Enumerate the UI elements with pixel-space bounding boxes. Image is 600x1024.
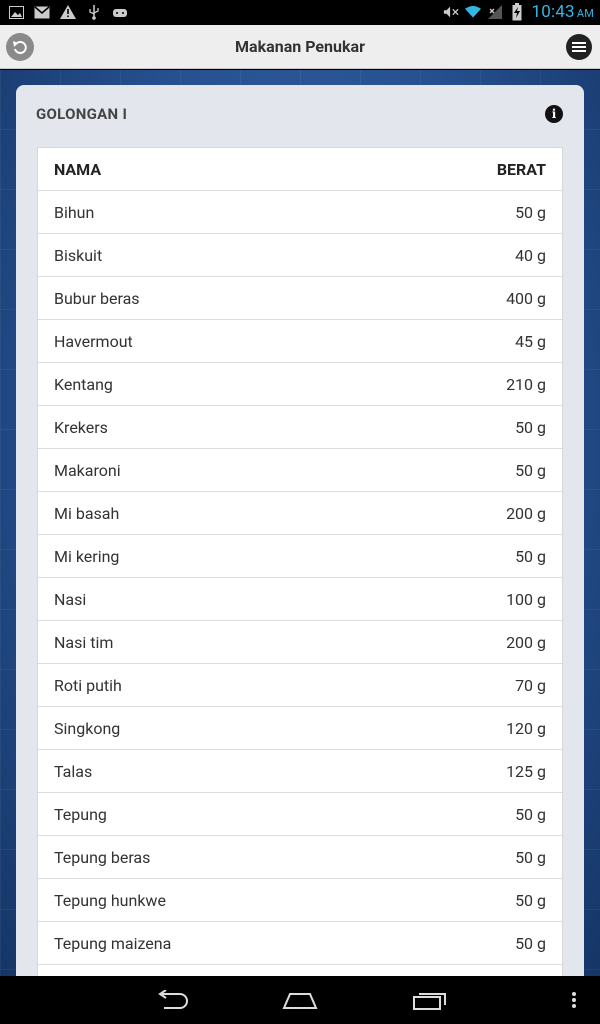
food-name: Nasi tim [54, 632, 114, 652]
food-weight: 45 g [515, 331, 546, 351]
nav-recents-button[interactable] [410, 986, 450, 1014]
table-row[interactable]: Mi kering 50 g [38, 535, 562, 578]
wifi-icon [465, 4, 482, 20]
food-name: Mi basah [54, 503, 120, 523]
table-row[interactable]: Tepung hunkwe 50 g [38, 879, 562, 922]
signal-icon [487, 4, 503, 20]
food-weight: 120 g [506, 718, 546, 738]
nav-back-button[interactable] [152, 986, 192, 1014]
table-row[interactable]: Mi basah 200 g [38, 492, 562, 535]
table-row[interactable]: Tepung maizena 50 g [38, 922, 562, 965]
food-name: Mi kering [54, 546, 120, 566]
food-name: Tepung beras [54, 847, 151, 867]
table-row[interactable]: Biskuit 40 g [38, 234, 562, 277]
food-weight: 200 g [506, 632, 546, 652]
food-name: Makaroni [54, 460, 121, 480]
table-row[interactable]: Talas 125 g [38, 750, 562, 793]
action-bar: Makanan Penukar [0, 25, 600, 69]
table-row[interactable]: Tepung beras 50 g [38, 836, 562, 879]
table-row[interactable]: Singkong 120 g [38, 707, 562, 750]
food-name: Havermout [54, 331, 133, 351]
table-row[interactable]: Havermout 45 g [38, 320, 562, 363]
battery-icon [509, 3, 525, 21]
food-weight: 400 g [506, 288, 546, 308]
menu-icon [572, 42, 586, 52]
group-title: GOLONGAN I [36, 105, 128, 123]
table-row[interactable]: Makaroni 50 g [38, 449, 562, 492]
food-name: Talas [54, 761, 93, 781]
image-icon [8, 4, 24, 20]
food-weight: 50 g [515, 460, 546, 480]
clock: 10:43 AM [531, 2, 594, 22]
recents-icon [413, 993, 446, 1010]
mute-icon [443, 4, 460, 20]
table-header: NAMA BERAT [38, 148, 562, 191]
android-icon [112, 4, 128, 20]
food-name: Tepung [54, 804, 107, 824]
usb-icon [86, 4, 102, 20]
food-weight: 50 g [515, 890, 546, 910]
food-weight: 50 g [515, 546, 546, 566]
food-weight: 50 g [515, 847, 546, 867]
food-weight: 50 g [515, 202, 546, 222]
food-weight: 50 g [515, 417, 546, 437]
table-row[interactable]: Bihun 50 g [38, 191, 562, 234]
table-row[interactable]: Kentang 210 g [38, 363, 562, 406]
food-name: Bihun [54, 202, 95, 222]
info-icon[interactable]: i [545, 105, 563, 123]
food-weight: 100 g [506, 589, 546, 609]
exchange-table: NAMA BERAT Bihun 50 g Biskuit 40 g Bubur b… [37, 147, 563, 976]
food-name: Tepung hunkwe [54, 890, 166, 910]
nav-home-button[interactable] [280, 986, 320, 1014]
home-icon [282, 993, 318, 1009]
food-weight: 210 g [506, 374, 546, 394]
table-row[interactable]: Nasi tim 200 g [38, 621, 562, 664]
food-weight: 125 g [506, 761, 546, 781]
warning-icon [60, 4, 76, 20]
nav-overflow-button[interactable] [566, 986, 582, 1014]
food-name: Krekers [54, 417, 108, 437]
mail-icon [34, 4, 50, 20]
food-weight: 40 g [515, 245, 546, 265]
table-row[interactable]: Tepung 50 g [38, 793, 562, 836]
table-row[interactable]: Krekers 50 g [38, 406, 562, 449]
table-row[interactable]: Bubur beras 400 g [38, 277, 562, 320]
header-name: NAMA [54, 159, 102, 179]
food-name: Biskuit [54, 245, 103, 265]
food-name: Kentang [54, 374, 113, 394]
page-title: Makanan Penukar [235, 37, 365, 56]
content-area[interactable]: GOLONGAN I i NAMA BERAT Bihun 50 g Biskui… [0, 70, 600, 976]
food-group-card: GOLONGAN I i NAMA BERAT Bihun 50 g Biskui… [16, 85, 584, 976]
status-bar: 10:43 AM [0, 0, 600, 25]
food-name: Nasi [54, 589, 87, 609]
menu-button[interactable] [566, 34, 592, 60]
table-row[interactable]: Roti putih 70 g [38, 664, 562, 707]
table-row[interactable]: Nasi 100 g [38, 578, 562, 621]
back-arrow-icon [158, 990, 188, 1009]
food-weight: 50 g [515, 804, 546, 824]
food-name: Singkong [54, 718, 121, 738]
food-name: Roti putih [54, 675, 122, 695]
overflow-icon [572, 992, 576, 1008]
header-weight: BERAT [496, 159, 546, 179]
food-weight: 200 g [506, 503, 546, 523]
navigation-bar [0, 976, 600, 1024]
food-weight: 70 g [515, 675, 546, 695]
food-name: Tepung maizena [54, 933, 172, 953]
food-weight: 50 g [515, 933, 546, 953]
food-name: Bubur beras [54, 288, 140, 308]
table-row-partial[interactable] [38, 965, 562, 976]
